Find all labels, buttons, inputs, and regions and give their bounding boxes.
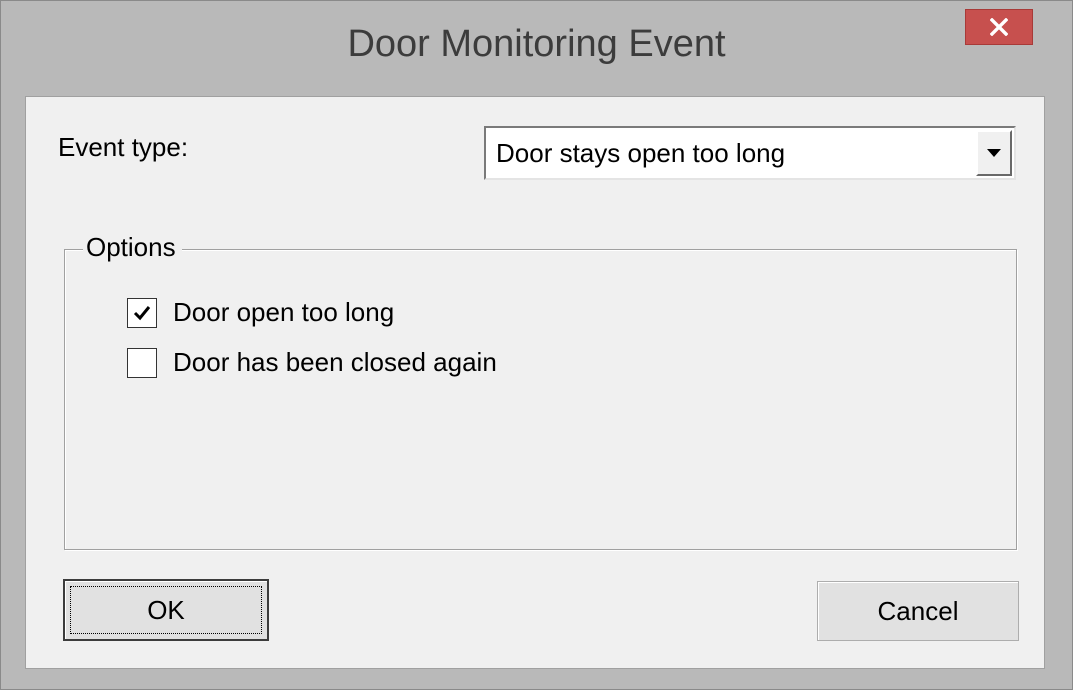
event-type-dropdown[interactable]: Door stays open too long [484,126,1016,180]
checkmark-icon [133,305,151,320]
dropdown-button[interactable] [976,130,1012,176]
event-type-selected-value: Door stays open too long [496,138,786,168]
ok-button[interactable]: OK [63,579,269,641]
dialog-body: Event type: Door stays open too long Opt… [25,96,1045,669]
options-group-label: Options [83,232,182,263]
door-closed-again-checkbox[interactable] [127,347,157,378]
title-bar[interactable]: Door Monitoring Event [1,1,1072,96]
dialog-window: Door Monitoring Event Event type: Door s… [0,0,1073,690]
window-title: Door Monitoring Event [347,23,726,65]
dropdown-arrow-icon [987,148,1001,157]
door-open-too-long-checkbox[interactable] [127,297,157,328]
cancel-button[interactable]: Cancel [817,581,1019,641]
cancel-button-label: Cancel [877,595,959,626]
options-group: Options Door open too long Door has been… [64,232,1017,550]
door-closed-again-label: Door has been closed again [173,347,497,377]
ok-button-label: OK [147,594,185,625]
event-type-label: Event type: [58,132,189,162]
checkbox-row-door-closed-again[interactable]: Door has been closed again [127,347,497,378]
door-open-too-long-label: Door open too long [173,297,395,327]
checkbox-row-door-open-too-long[interactable]: Door open too long [127,297,394,328]
close-button[interactable] [965,9,1033,45]
close-icon [990,18,1008,36]
